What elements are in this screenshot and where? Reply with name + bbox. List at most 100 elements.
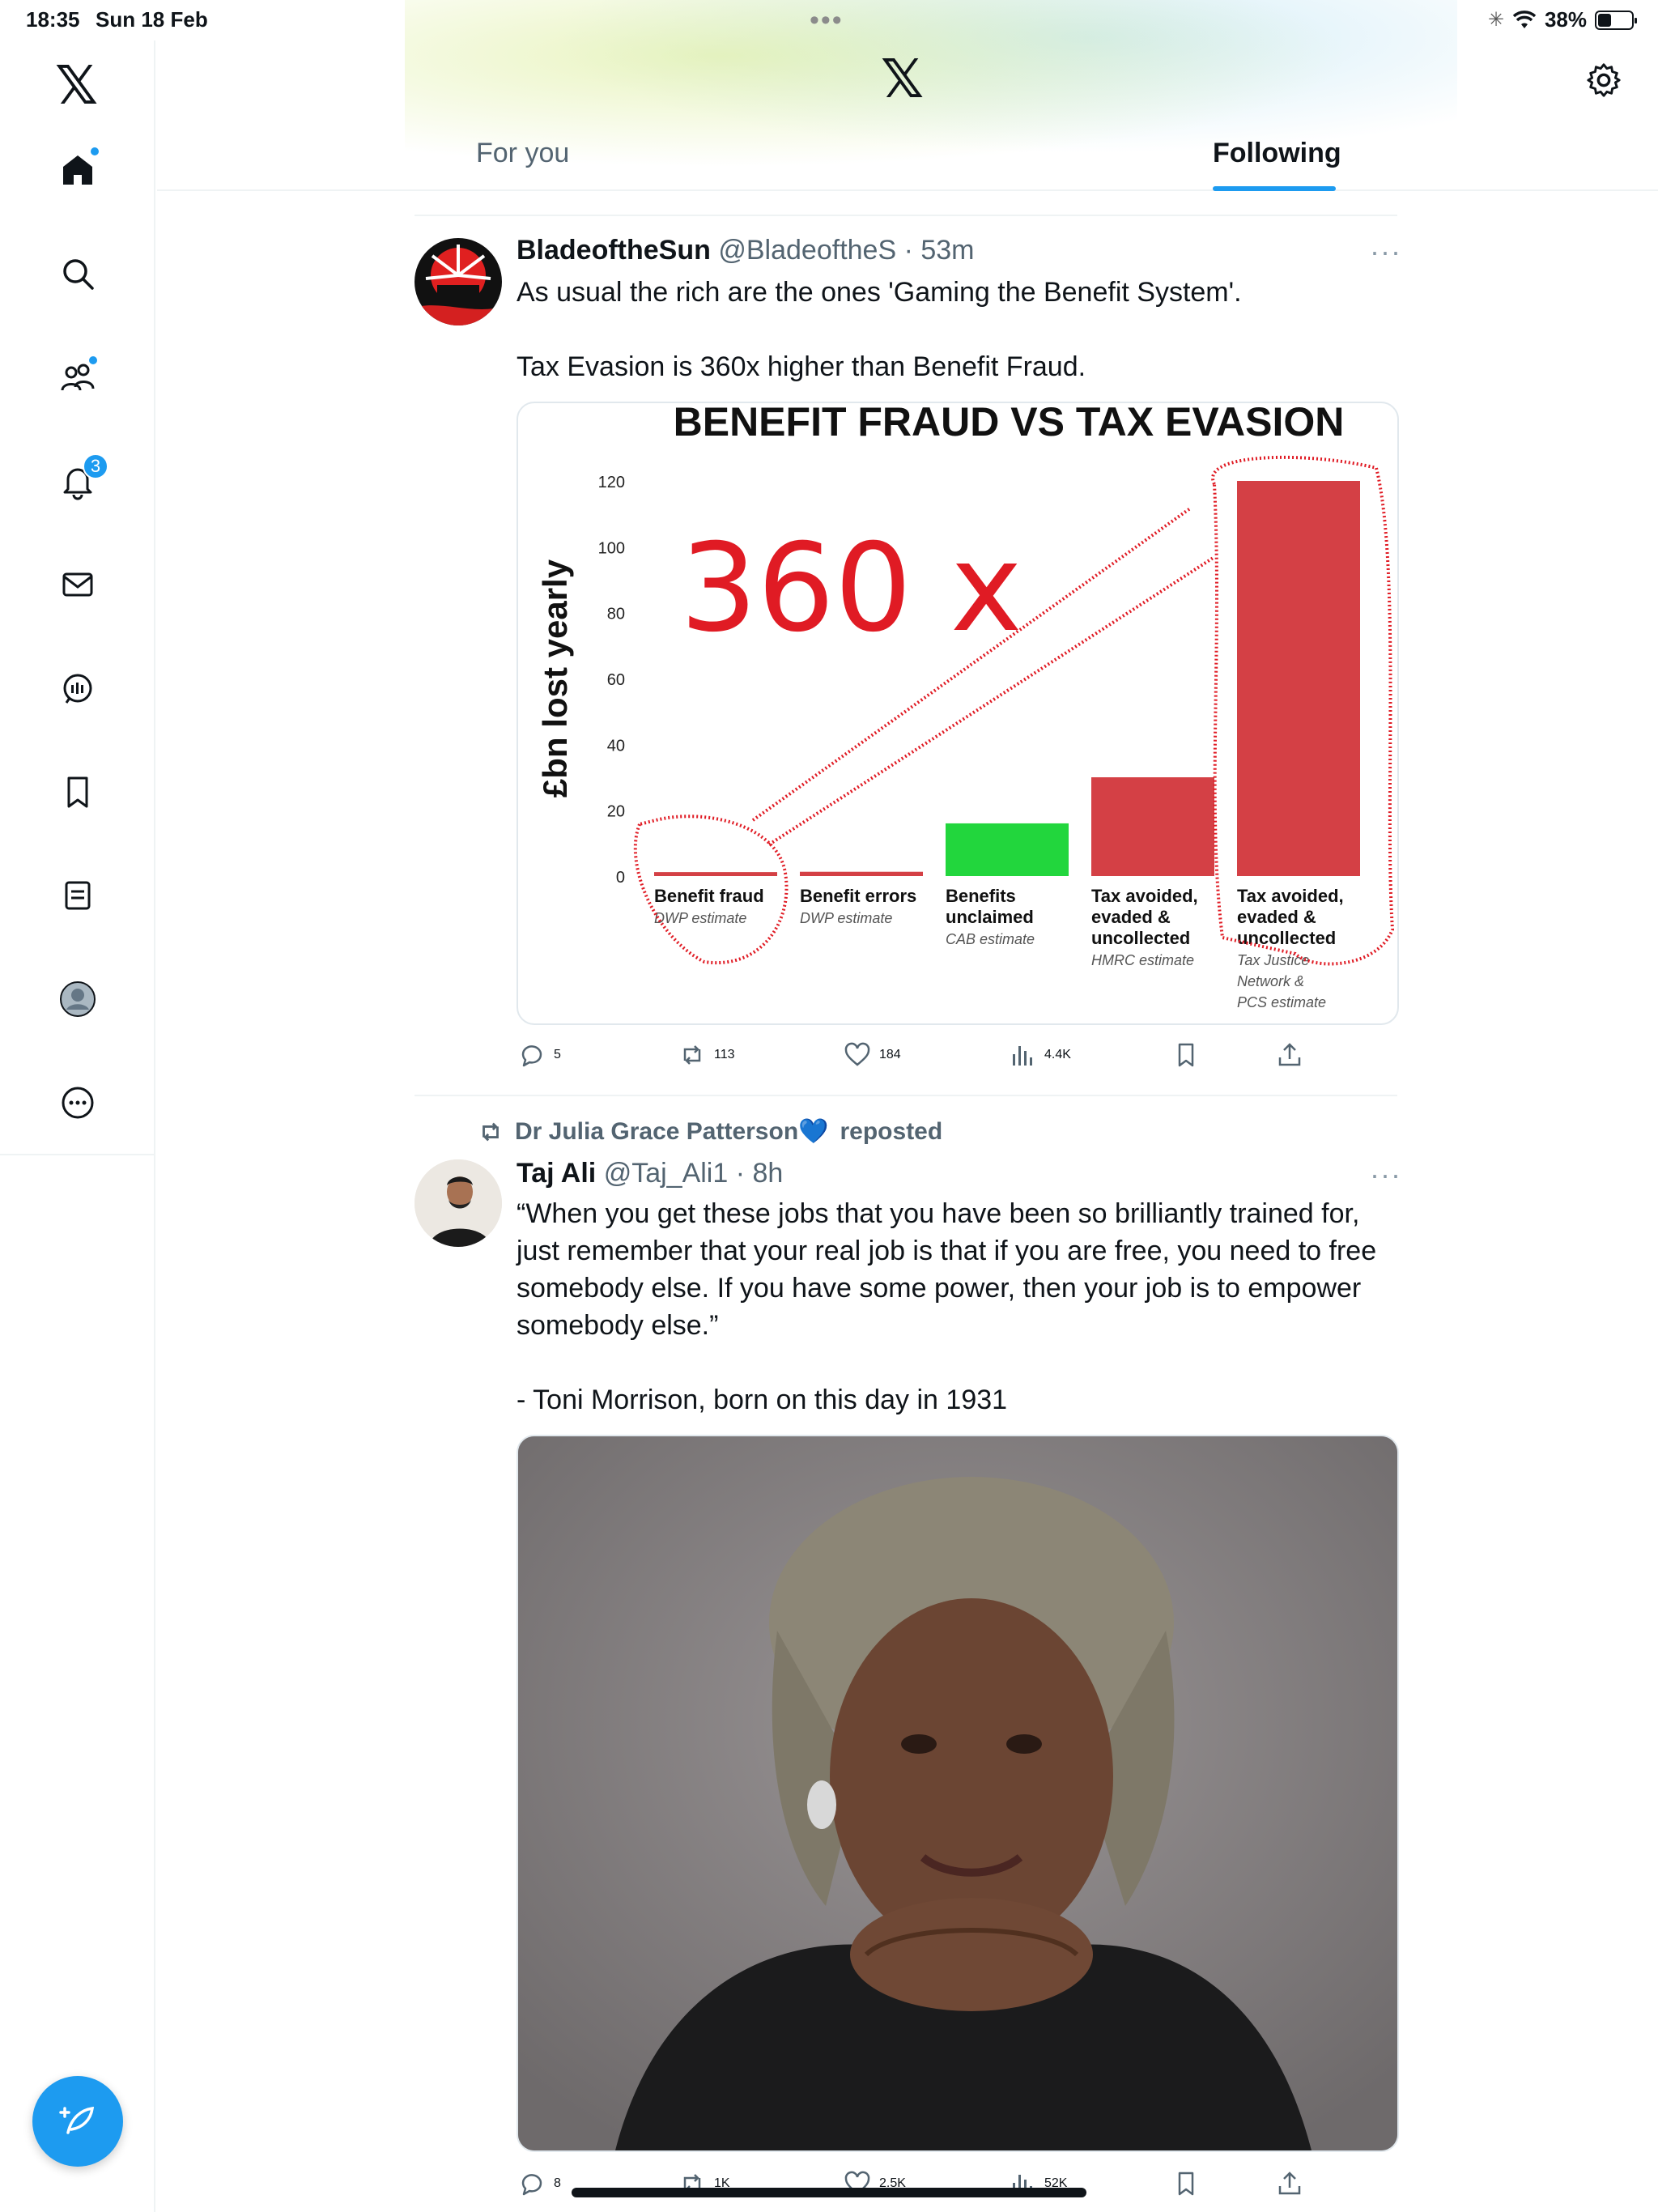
- bookmarks-icon[interactable]: [49, 763, 107, 821]
- x-source-label: DWP estimate: [800, 910, 892, 926]
- compose-feather-icon: [59, 2106, 95, 2134]
- portrait-photo: [518, 1436, 1397, 2150]
- post-text: As usual the rich are the ones 'Gaming t…: [517, 277, 1242, 382]
- annotation-text: 360 x: [680, 518, 1022, 659]
- reply-icon: [521, 2174, 542, 2196]
- spaces-icon[interactable]: [49, 659, 107, 717]
- x-source-label: DWP estimate: [654, 910, 746, 926]
- status-date: Sun 18 Feb: [96, 7, 208, 32]
- author-handle[interactable]: @Taj_Ali1: [604, 1158, 729, 1189]
- post-image-chart[interactable]: BENEFIT FRAUD VS TAX EVASION £bn lost yea…: [517, 402, 1399, 1025]
- communities-unread-dot: [87, 355, 99, 366]
- tab-for-you[interactable]: For you: [476, 138, 569, 169]
- x-source-label: PCS estimate: [1237, 994, 1326, 1010]
- repost-button[interactable]: 113: [678, 1041, 735, 1069]
- x-source-label: CAB estimate: [946, 931, 1035, 947]
- x-category-label: Tax avoided,: [1237, 886, 1344, 906]
- y-tick-label: 60: [607, 671, 625, 689]
- lists-icon[interactable]: [49, 866, 107, 925]
- x-category-label: uncollected: [1237, 928, 1336, 948]
- avatar[interactable]: [414, 238, 502, 325]
- views-button[interactable]: 4.4K: [1009, 1041, 1071, 1069]
- profile-icon[interactable]: [49, 970, 107, 1028]
- status-time: 18:35: [26, 7, 80, 32]
- more-options-icon[interactable]: ···: [1370, 1158, 1401, 1192]
- bookmark-button[interactable]: [1172, 2170, 1200, 2197]
- home-icon[interactable]: [49, 141, 107, 199]
- active-tab-indicator: [1213, 186, 1336, 191]
- x-logo-icon[interactable]: 𝕏: [55, 58, 98, 112]
- battery-percent: 38%: [1544, 7, 1587, 32]
- more-icon[interactable]: [49, 1074, 107, 1132]
- reply-button[interactable]: 8: [518, 2170, 561, 2197]
- battery-icon: [1595, 10, 1637, 30]
- x-category-label: evaded &: [1091, 907, 1171, 927]
- author-name[interactable]: Taj Ali: [517, 1158, 596, 1189]
- reposted-label: reposted: [840, 1117, 943, 1145]
- reply-count: 8: [554, 2176, 561, 2190]
- share-icon: [1278, 1043, 1301, 1066]
- post-image-portrait[interactable]: [517, 1435, 1399, 2152]
- y-tick-label: 20: [607, 803, 625, 821]
- reply-button[interactable]: 5: [518, 1041, 561, 1069]
- wifi-icon: [1512, 10, 1537, 28]
- chart-bar: [946, 823, 1069, 876]
- feed-divider: [414, 215, 1397, 216]
- chart-bar: [654, 872, 777, 876]
- multitasking-icon[interactable]: •••: [810, 5, 844, 36]
- repost-count: 113: [714, 1048, 735, 1061]
- avatar[interactable]: [414, 1159, 502, 1247]
- search-icon[interactable]: [49, 245, 107, 303]
- x-source-label: Network &: [1237, 973, 1304, 989]
- messages-icon[interactable]: [49, 555, 107, 614]
- post-divider: [414, 1095, 1397, 1096]
- x-header-logo-icon[interactable]: 𝕏: [881, 52, 924, 105]
- chart-title: BENEFIT FRAUD VS TAX EVASION: [674, 403, 1345, 445]
- notifications-icon[interactable]: 3: [49, 452, 108, 510]
- x-category-label: unclaimed: [946, 907, 1034, 927]
- notifications-badge: 3: [83, 453, 108, 479]
- x-category-label: evaded &: [1237, 907, 1316, 927]
- post-time[interactable]: · 8h: [736, 1158, 784, 1189]
- more-options-icon[interactable]: ···: [1370, 235, 1401, 269]
- bookmark-icon: [1178, 2172, 1194, 2196]
- sidebar: 𝕏 3: [0, 40, 155, 2212]
- activity-icon: ✳: [1487, 9, 1504, 31]
- like-button[interactable]: 184: [844, 1041, 901, 1069]
- chart-ylabel: £bn lost yearly: [536, 559, 574, 798]
- reply-icon: [521, 1045, 542, 1067]
- reply-count: 5: [554, 1048, 561, 1061]
- bookmark-icon: [1178, 1043, 1194, 1067]
- settings-gear-icon[interactable]: [1585, 62, 1622, 99]
- author-name[interactable]: BladeoftheSun: [517, 235, 711, 266]
- x-category-label: Tax avoided,: [1091, 886, 1198, 906]
- status-right: ✳ 38%: [1487, 7, 1637, 32]
- share-button[interactable]: [1276, 2170, 1303, 2197]
- x-category-label: Benefits: [946, 886, 1016, 906]
- chart-bar: [1091, 777, 1214, 876]
- like-count: 184: [879, 1048, 901, 1061]
- x-category-label: uncollected: [1091, 928, 1190, 948]
- share-button[interactable]: [1276, 1041, 1303, 1069]
- heart-icon: [844, 1042, 870, 1066]
- communities-icon[interactable]: [49, 348, 107, 406]
- repost-small-icon: [483, 1122, 499, 1141]
- x-category-label: Benefit errors: [800, 886, 916, 906]
- x-category-label: Benefit fraud: [654, 886, 764, 906]
- benefit-vs-tax-chart: BENEFIT FRAUD VS TAX EVASION £bn lost yea…: [536, 403, 1395, 1010]
- y-tick-label: 0: [616, 869, 625, 887]
- reposter-name[interactable]: Dr Julia Grace Patterson💙: [515, 1117, 829, 1146]
- compose-post-button[interactable]: [32, 2076, 123, 2167]
- repost-icon: [683, 1045, 701, 1065]
- post-time[interactable]: · 53m: [904, 235, 975, 266]
- views-count: 4.4K: [1044, 1048, 1071, 1061]
- tab-following[interactable]: Following: [1213, 138, 1341, 169]
- share-icon: [1278, 2172, 1301, 2195]
- author-handle[interactable]: @BladeoftheS: [718, 235, 896, 266]
- x-source-label: HMRC estimate: [1091, 952, 1194, 968]
- home-indicator[interactable]: [572, 2188, 1086, 2197]
- bookmark-button[interactable]: [1172, 1041, 1200, 1069]
- y-tick-label: 40: [607, 737, 625, 755]
- post-header: Taj Ali @Taj_Ali1 · 8h: [517, 1158, 783, 1189]
- y-tick-label: 120: [598, 474, 625, 491]
